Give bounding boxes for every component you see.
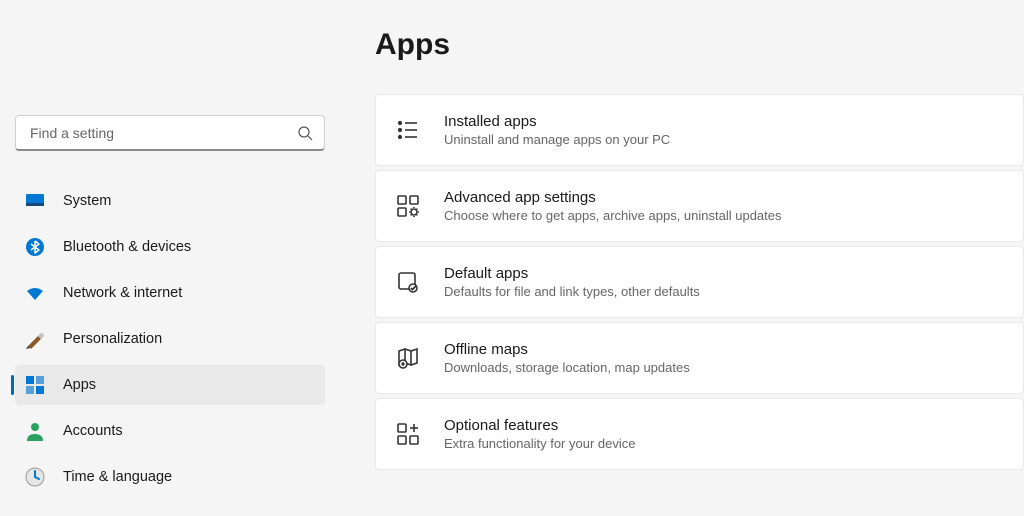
card-default-apps[interactable]: Default apps Defaults for file and link … — [375, 246, 1024, 318]
offline-maps-icon — [396, 346, 420, 370]
card-sub: Downloads, storage location, map updates — [444, 360, 690, 375]
sidebar-item-label: System — [63, 193, 111, 209]
time-language-icon — [25, 467, 45, 487]
card-title: Advanced app settings — [444, 189, 782, 206]
card-text: Offline maps Downloads, storage location… — [444, 341, 690, 375]
installed-apps-icon — [396, 118, 420, 142]
card-list: Installed apps Uninstall and manage apps… — [375, 94, 1024, 470]
optional-features-icon — [396, 422, 420, 446]
network-icon — [25, 283, 45, 303]
main-content: Apps Installed apps Uninstall and manage… — [340, 0, 1024, 516]
card-title: Offline maps — [444, 341, 690, 358]
card-sub: Uninstall and manage apps on your PC — [444, 132, 670, 147]
sidebar-item-system[interactable]: System — [15, 181, 325, 221]
accounts-icon — [25, 421, 45, 441]
card-installed-apps[interactable]: Installed apps Uninstall and manage apps… — [375, 94, 1024, 166]
card-title: Optional features — [444, 417, 635, 434]
card-text: Advanced app settings Choose where to ge… — [444, 189, 782, 223]
advanced-settings-icon — [396, 194, 420, 218]
card-optional-features[interactable]: Optional features Extra functionality fo… — [375, 398, 1024, 470]
card-offline-maps[interactable]: Offline maps Downloads, storage location… — [375, 322, 1024, 394]
sidebar-item-label: Network & internet — [63, 285, 182, 301]
search-box — [15, 115, 325, 151]
card-sub: Choose where to get apps, archive apps, … — [444, 208, 782, 223]
sidebar-item-network[interactable]: Network & internet — [15, 273, 325, 313]
sidebar-item-bluetooth[interactable]: Bluetooth & devices — [15, 227, 325, 267]
sidebar-item-label: Accounts — [63, 423, 123, 439]
sidebar-item-personalization[interactable]: Personalization — [15, 319, 325, 359]
sidebar-item-accounts[interactable]: Accounts — [15, 411, 325, 451]
card-text: Default apps Defaults for file and link … — [444, 265, 700, 299]
card-title: Default apps — [444, 265, 700, 282]
page-title: Apps — [375, 28, 1024, 62]
card-sub: Extra functionality for your device — [444, 436, 635, 451]
sidebar-item-label: Apps — [63, 377, 96, 393]
sidebar-item-label: Personalization — [63, 331, 162, 347]
bluetooth-icon — [25, 237, 45, 257]
sidebar: System Bluetooth & devices Network & int… — [0, 0, 340, 516]
card-advanced-app-settings[interactable]: Advanced app settings Choose where to ge… — [375, 170, 1024, 242]
sidebar-item-apps[interactable]: Apps — [15, 365, 325, 405]
card-sub: Defaults for file and link types, other … — [444, 284, 700, 299]
nav-list: System Bluetooth & devices Network & int… — [15, 181, 325, 503]
search-input[interactable] — [15, 115, 325, 151]
search-icon — [297, 125, 313, 141]
system-icon — [25, 191, 45, 211]
personalization-icon — [25, 329, 45, 349]
card-text: Optional features Extra functionality fo… — [444, 417, 635, 451]
sidebar-item-label: Time & language — [63, 469, 172, 485]
card-title: Installed apps — [444, 113, 670, 130]
apps-icon — [25, 375, 45, 395]
sidebar-item-label: Bluetooth & devices — [63, 239, 191, 255]
card-text: Installed apps Uninstall and manage apps… — [444, 113, 670, 147]
sidebar-item-time-language[interactable]: Time & language — [15, 457, 325, 497]
default-apps-icon — [396, 270, 420, 294]
